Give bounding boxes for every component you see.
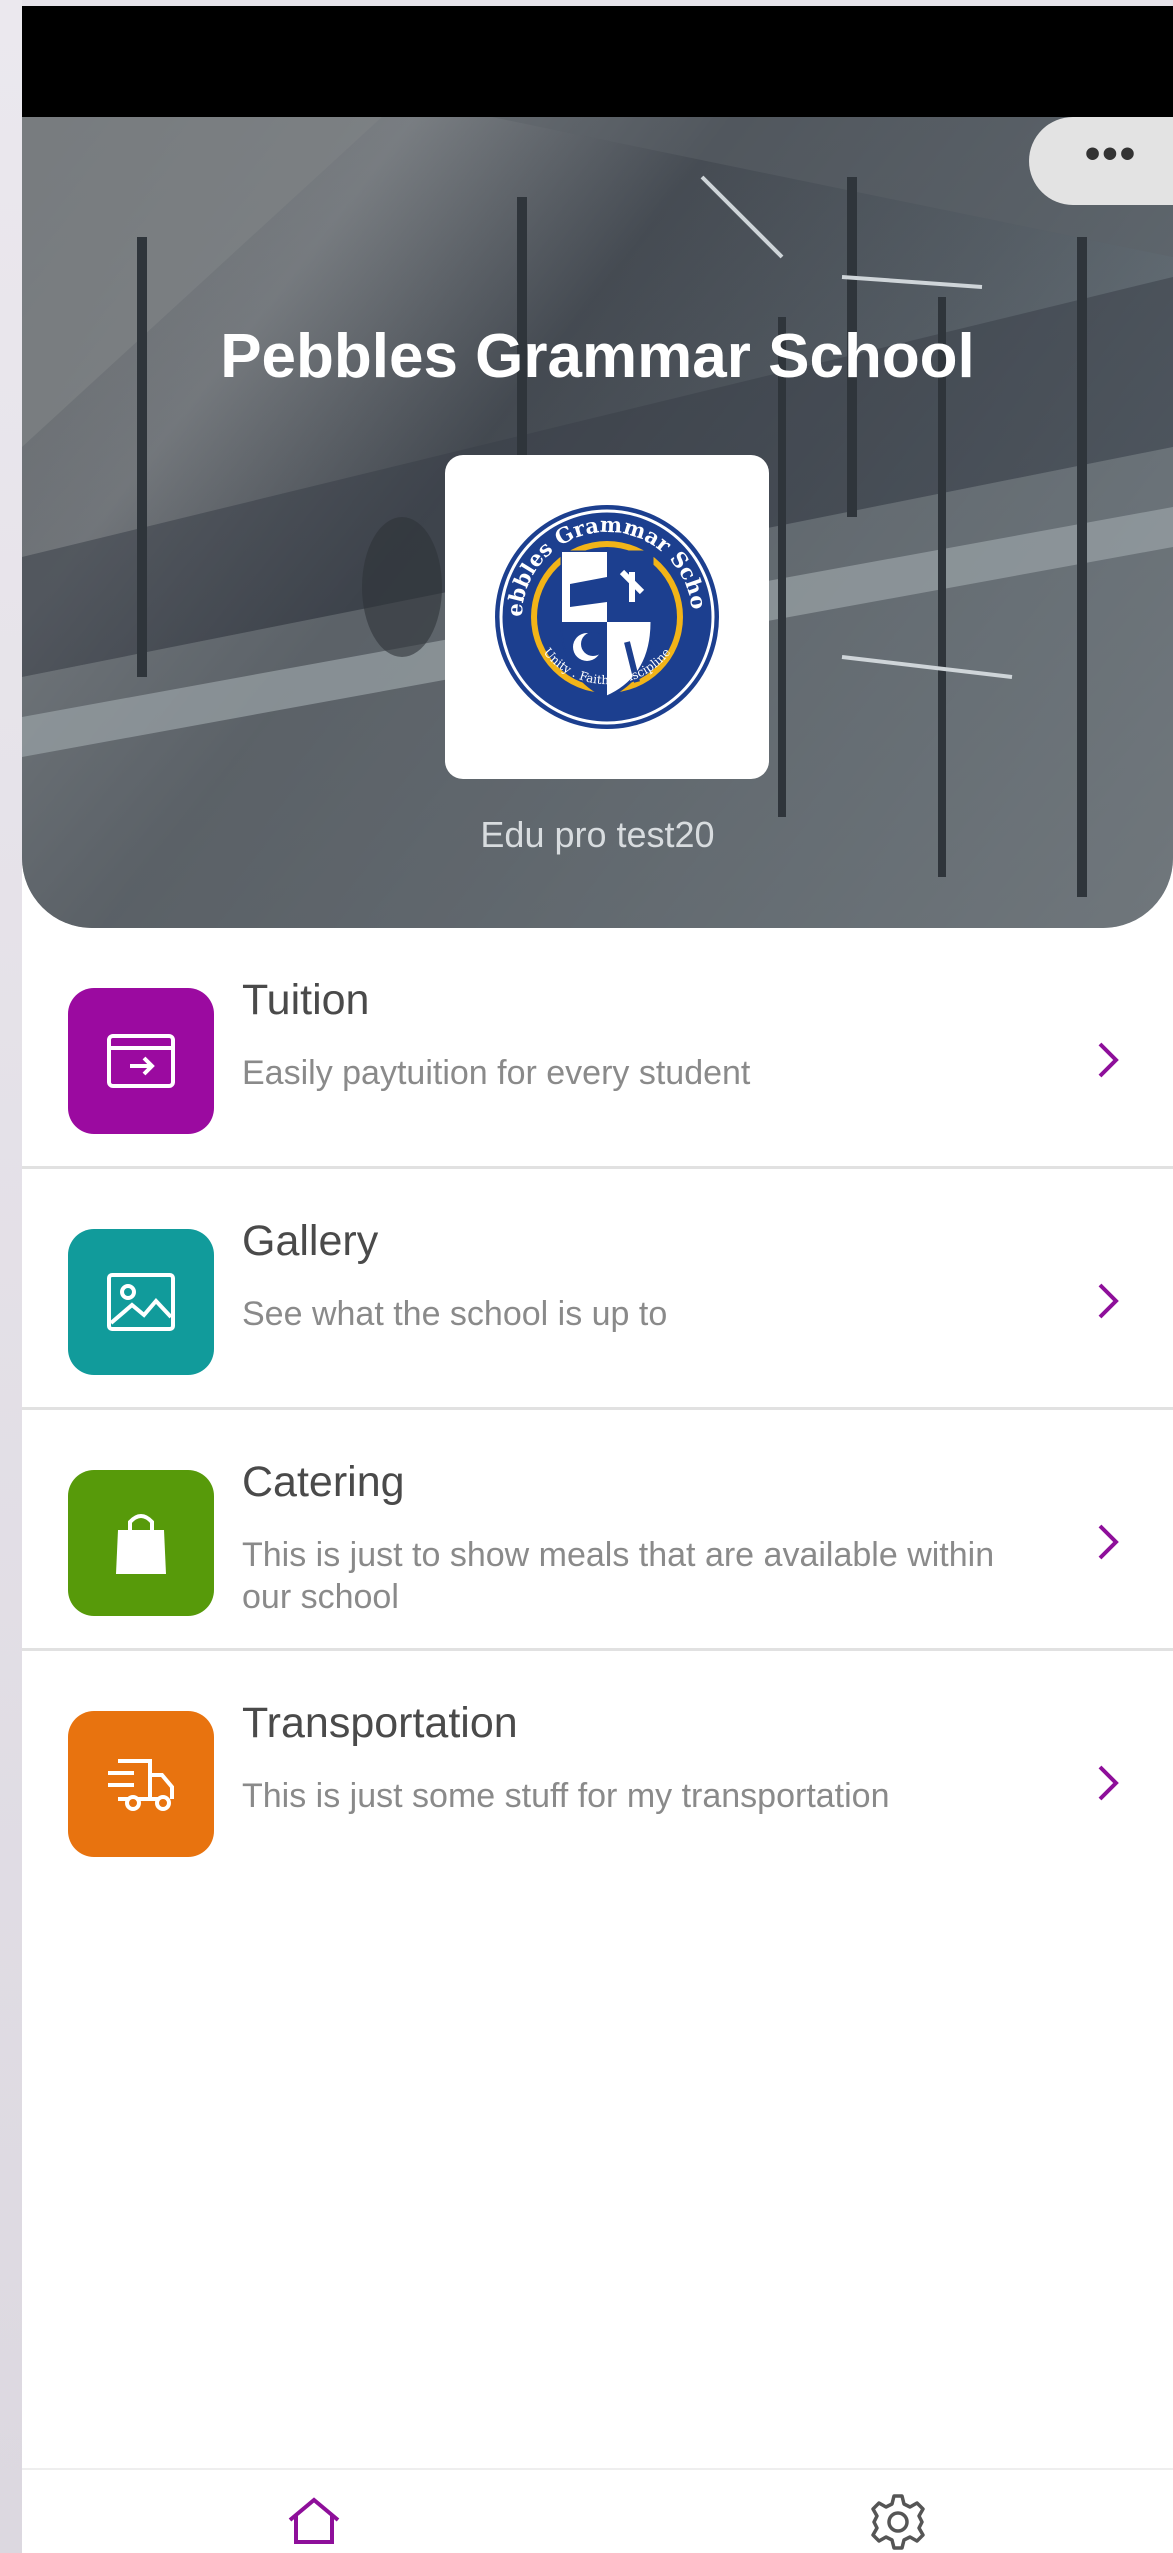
app-screen: ••• Pebbles Grammar School Pebbl (22, 6, 1173, 2553)
menu-item-title: Tuition (242, 976, 370, 1024)
background-strip (0, 0, 22, 2553)
gallery-tile (68, 1229, 214, 1375)
school-title: Pebbles Grammar School (220, 322, 975, 391)
bottom-navigation (22, 2468, 1173, 2553)
menu-item-title: Gallery (242, 1217, 379, 1265)
catering-tile (68, 1470, 214, 1616)
menu-item-transportation[interactable]: Transportation This is just some stuff f… (22, 1651, 1173, 1889)
menu-item-catering[interactable]: Catering This is just to show meals that… (22, 1410, 1173, 1651)
image-icon (107, 1273, 175, 1331)
chevron-right-icon (1098, 1042, 1119, 1078)
chevron-right-icon (1098, 1524, 1119, 1560)
menu-item-title: Catering (242, 1458, 405, 1506)
tuition-tile (68, 988, 214, 1134)
settings-gear-icon (871, 2494, 925, 2550)
payment-card-icon (107, 1034, 175, 1088)
school-logo-card: Pebbles Grammar School Unity . Faith . D… (445, 455, 769, 779)
shopping-bag-icon (116, 1514, 166, 1574)
nav-home[interactable] (284, 2492, 344, 2552)
menu-item-description: Easily paytuition for every student (242, 1054, 751, 1092)
nav-settings[interactable] (868, 2492, 928, 2552)
status-bar (22, 6, 1173, 117)
account-subtitle: Edu pro test20 (480, 814, 715, 855)
menu-item-tuition[interactable]: Tuition Easily paytuition for every stud… (22, 928, 1173, 1169)
home-icon (288, 2497, 340, 2544)
more-horizontal-icon: ••• (1084, 129, 1138, 178)
menu-item-description: This is just some stuff for my transport… (242, 1777, 890, 1815)
hero-banner: ••• Pebbles Grammar School Pebbl (22, 117, 1173, 928)
transportation-tile (68, 1711, 214, 1857)
school-crest-logo: Pebbles Grammar School Unity . Faith . D… (492, 502, 719, 729)
menu-item-gallery[interactable]: Gallery See what the school is up to (22, 1169, 1173, 1410)
chevron-right-icon (1098, 1283, 1119, 1319)
menu-item-description: This is just to show meals that are avai… (242, 1536, 995, 1616)
chevron-right-icon (1098, 1765, 1119, 1801)
delivery-truck-icon (108, 1759, 174, 1811)
menu-item-description: See what the school is up to (242, 1295, 668, 1333)
menu-item-title: Transportation (242, 1699, 518, 1747)
more-menu-button[interactable]: ••• (1029, 117, 1173, 205)
